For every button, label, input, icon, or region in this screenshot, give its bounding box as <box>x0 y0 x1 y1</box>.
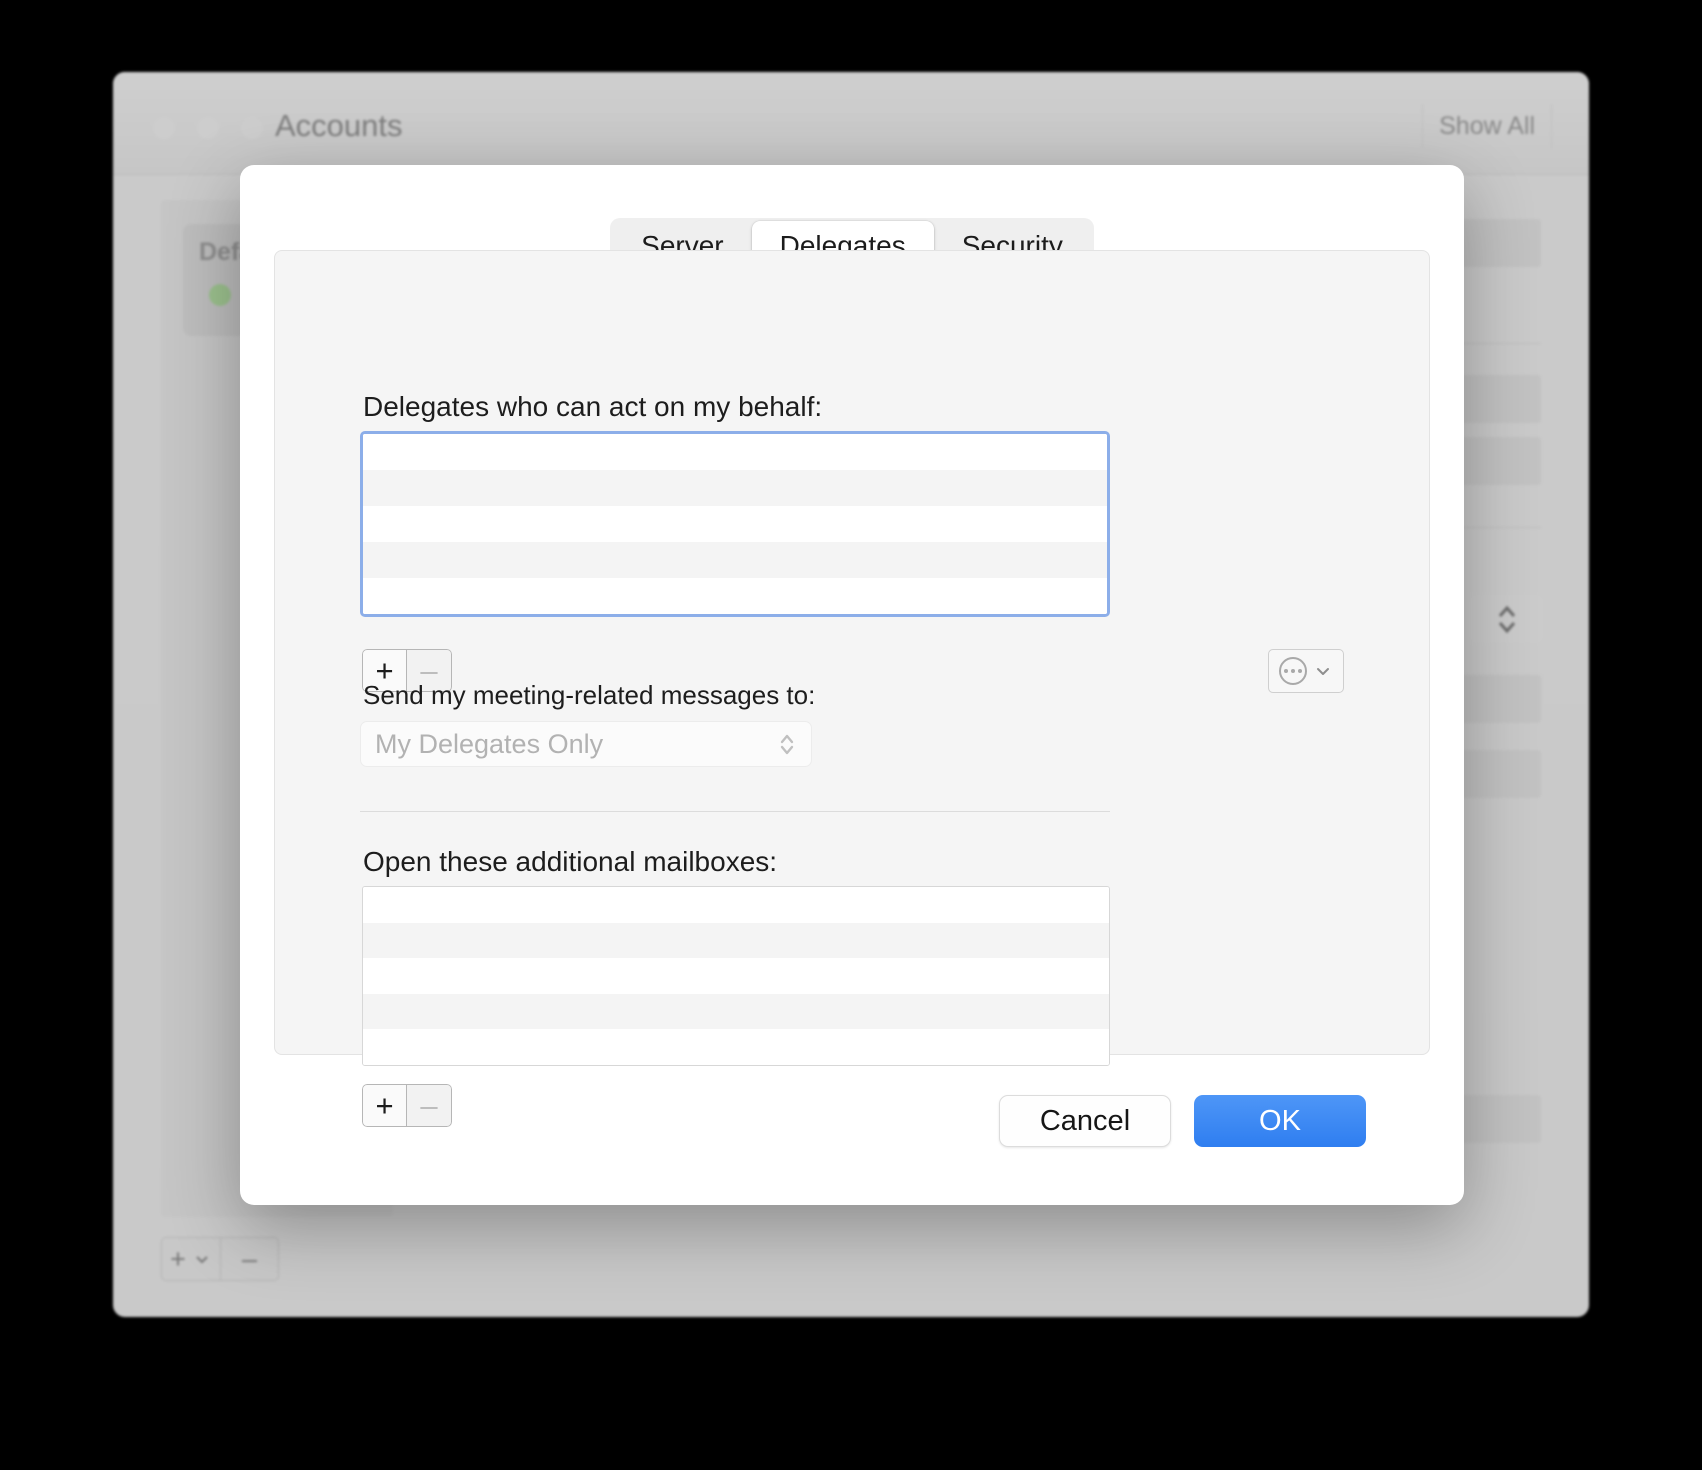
delegates-action-menu-button[interactable] <box>1268 649 1344 693</box>
ellipsis-circle-icon <box>1279 657 1307 685</box>
remove-account-button[interactable]: – <box>220 1238 278 1280</box>
account-add-remove-controls[interactable]: + – <box>161 1237 279 1281</box>
list-item[interactable] <box>363 994 1109 1030</box>
window-titlebar: Accounts Show All <box>113 72 1589 175</box>
list-item[interactable] <box>363 578 1107 614</box>
ok-button[interactable]: OK <box>1194 1095 1366 1147</box>
minimize-button-icon[interactable] <box>197 117 219 139</box>
list-item[interactable] <box>363 470 1107 506</box>
delegates-section-label: Delegates who can act on my behalf: <box>363 391 822 423</box>
traffic-lights[interactable] <box>153 117 263 139</box>
mailboxes-list[interactable] <box>362 886 1110 1066</box>
add-account-label: + <box>170 1244 186 1275</box>
meeting-messages-select[interactable]: My Delegates Only <box>360 721 812 767</box>
close-button-icon[interactable] <box>153 117 175 139</box>
list-item[interactable] <box>363 434 1107 470</box>
add-account-button[interactable]: + <box>162 1238 220 1280</box>
chevron-up-down-icon <box>1494 600 1520 638</box>
show-all-button[interactable]: Show All <box>1422 104 1552 149</box>
section-divider <box>360 811 1110 812</box>
meeting-messages-value: My Delegates Only <box>375 729 777 760</box>
bg-form-stepper <box>1469 595 1544 643</box>
list-item[interactable] <box>363 958 1109 994</box>
chevron-down-icon <box>1313 661 1333 681</box>
mailboxes-section-label: Open these additional mailboxes: <box>363 846 777 878</box>
list-item[interactable] <box>363 887 1109 923</box>
chevron-up-down-icon <box>777 729 797 759</box>
dialog-footer: Cancel OK <box>240 1055 1464 1205</box>
zoom-button-icon[interactable] <box>241 117 263 139</box>
cancel-button[interactable]: Cancel <box>999 1095 1171 1147</box>
delegates-dialog: Server Delegates Security Delegates who … <box>240 165 1464 1205</box>
list-item[interactable] <box>363 542 1107 578</box>
delegates-list[interactable] <box>360 431 1110 617</box>
delegates-panel: Delegates who can act on my behalf: + – <box>274 250 1430 1055</box>
list-item[interactable] <box>363 506 1107 542</box>
meeting-messages-label: Send my meeting-related messages to: <box>363 680 815 711</box>
chevron-down-icon <box>192 1249 212 1269</box>
screen: Accounts Show All Defa + – <box>0 0 1702 1470</box>
list-item[interactable] <box>363 923 1109 959</box>
account-status-dot-icon <box>209 284 231 306</box>
window-title: Accounts <box>275 108 403 144</box>
